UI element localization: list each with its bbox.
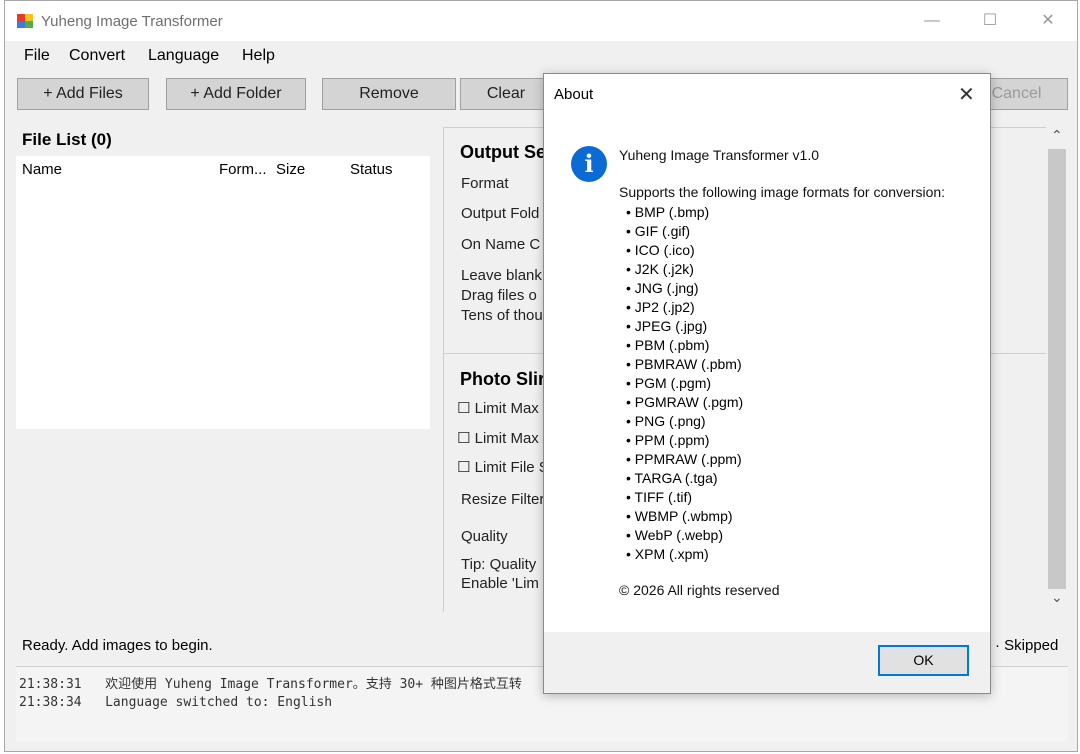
column-format[interactable]: Form... — [219, 161, 267, 178]
tens-of-hint: Tens of thou — [461, 307, 543, 324]
dialog-footer: OK — [544, 632, 990, 693]
format-item: • PGM (.pgm) — [626, 375, 712, 391]
add-files-button[interactable]: + Add Files — [17, 78, 149, 110]
clear-button[interactable]: Clear — [460, 78, 552, 110]
close-window-button[interactable]: ✕ — [1019, 1, 1077, 41]
format-item: • PPMRAW (.ppm) — [626, 451, 742, 467]
settings-scrollbar[interactable]: ⌃ ⌄ — [1046, 127, 1068, 611]
dialog-close-icon[interactable]: ✕ — [958, 82, 975, 107]
format-item: • WBMP (.wbmp) — [626, 508, 733, 524]
quality-tip: Tip: Quality — [461, 556, 537, 573]
file-list-title: File List (0) — [22, 130, 112, 149]
info-icon: i — [571, 146, 607, 182]
menu-file[interactable]: File — [24, 47, 50, 65]
status-skipped: · Skipped — [995, 637, 1059, 654]
menu-help[interactable]: Help — [242, 47, 275, 65]
format-item: • TARGA (.tga) — [626, 470, 718, 486]
menu-language[interactable]: Language — [148, 47, 219, 65]
log-time: 21:38:34 — [19, 695, 82, 710]
format-item: • PBM (.pbm) — [626, 337, 710, 353]
format-item: • BMP (.bmp) — [626, 204, 710, 220]
minimize-button[interactable]: — — [903, 1, 961, 41]
drag-files-hint: Drag files o — [461, 287, 537, 304]
format-item: • JP2 (.jp2) — [626, 299, 695, 315]
column-size[interactable]: Size — [276, 161, 305, 178]
format-item: • XPM (.xpm) — [626, 546, 709, 562]
name-conflict-label: On Name C — [461, 236, 541, 253]
format-item: • J2K (.j2k) — [626, 261, 694, 277]
dialog-title: About — [554, 86, 594, 103]
log-line: 21:38:34 Language switched to: English — [19, 695, 332, 710]
format-item: • GIF (.gif) — [626, 223, 691, 239]
format-label: Format — [461, 175, 509, 192]
column-name[interactable]: Name — [22, 161, 62, 178]
enable-limit-hint: Enable 'Lim — [461, 575, 539, 592]
format-list: • BMP (.bmp) • GIF (.gif) • ICO (.ico) •… — [626, 203, 743, 564]
log-message: 欢迎使用 Yuheng Image Transformer。支持 30+ 种图片… — [105, 677, 522, 692]
ok-button[interactable]: OK — [878, 645, 969, 676]
limit-max-checkbox-2[interactable]: ☐ Limit Max — [457, 429, 539, 447]
output-settings-title: Output Se — [460, 142, 546, 162]
format-item: • PBMRAW (.pbm) — [626, 356, 742, 372]
limit-file-checkbox[interactable]: ☐ Limit File S — [457, 458, 549, 476]
log-line: 21:38:31 欢迎使用 Yuheng Image Transformer。支… — [19, 673, 522, 692]
format-item: • WebP (.webp) — [626, 527, 723, 543]
limit-file-label: Limit File S — [474, 459, 549, 476]
log-time: 21:38:31 — [19, 677, 82, 692]
file-list[interactable]: Name Form... Size Status — [16, 156, 430, 429]
leave-blank-hint: Leave blank — [461, 267, 542, 284]
app-version: Yuheng Image Transformer v1.0 — [619, 147, 819, 163]
limit-max-label-2: Limit Max — [474, 430, 539, 447]
title-bar: Yuheng Image Transformer — ☐ ✕ — [5, 1, 1077, 41]
menu-convert[interactable]: Convert — [69, 47, 125, 65]
scroll-thumb[interactable] — [1048, 149, 1066, 589]
menu-bar: File Convert Language Help — [5, 41, 1077, 71]
window-title: Yuheng Image Transformer — [41, 13, 223, 30]
remove-button[interactable]: Remove — [322, 78, 456, 110]
scroll-down-icon[interactable]: ⌄ — [1051, 589, 1063, 606]
format-item: • JNG (.jng) — [626, 280, 699, 296]
limit-max-checkbox-1[interactable]: ☐ Limit Max — [457, 399, 539, 417]
maximize-button[interactable]: ☐ — [961, 1, 1019, 41]
column-status[interactable]: Status — [350, 161, 393, 178]
photo-slim-title: Photo Slir — [460, 369, 545, 389]
quality-label: Quality — [461, 528, 508, 545]
supports-text: Supports the following image formats for… — [619, 184, 946, 200]
format-item: • TIFF (.tif) — [626, 489, 693, 505]
output-folder-label: Output Fold — [461, 205, 540, 222]
log-message: Language switched to: English — [105, 695, 333, 710]
limit-max-label-1: Limit Max — [474, 400, 539, 417]
about-dialog: About ✕ i Yuheng Image Transformer v1.0 … — [543, 73, 991, 694]
app-icon — [17, 14, 33, 28]
format-item: • PPM (.ppm) — [626, 432, 710, 448]
scroll-up-icon[interactable]: ⌃ — [1051, 127, 1063, 144]
format-item: • PNG (.png) — [626, 413, 706, 429]
add-folder-button[interactable]: + Add Folder — [166, 78, 306, 110]
status-text: Ready. Add images to begin. — [22, 637, 213, 654]
format-item: • ICO (.ico) — [626, 242, 695, 258]
format-item: • PGMRAW (.pgm) — [626, 394, 744, 410]
copyright-text: © 2026 All rights reserved — [619, 582, 780, 598]
resize-filter-label: Resize Filter — [461, 491, 545, 508]
format-item: • JPEG (.jpg) — [626, 318, 708, 334]
